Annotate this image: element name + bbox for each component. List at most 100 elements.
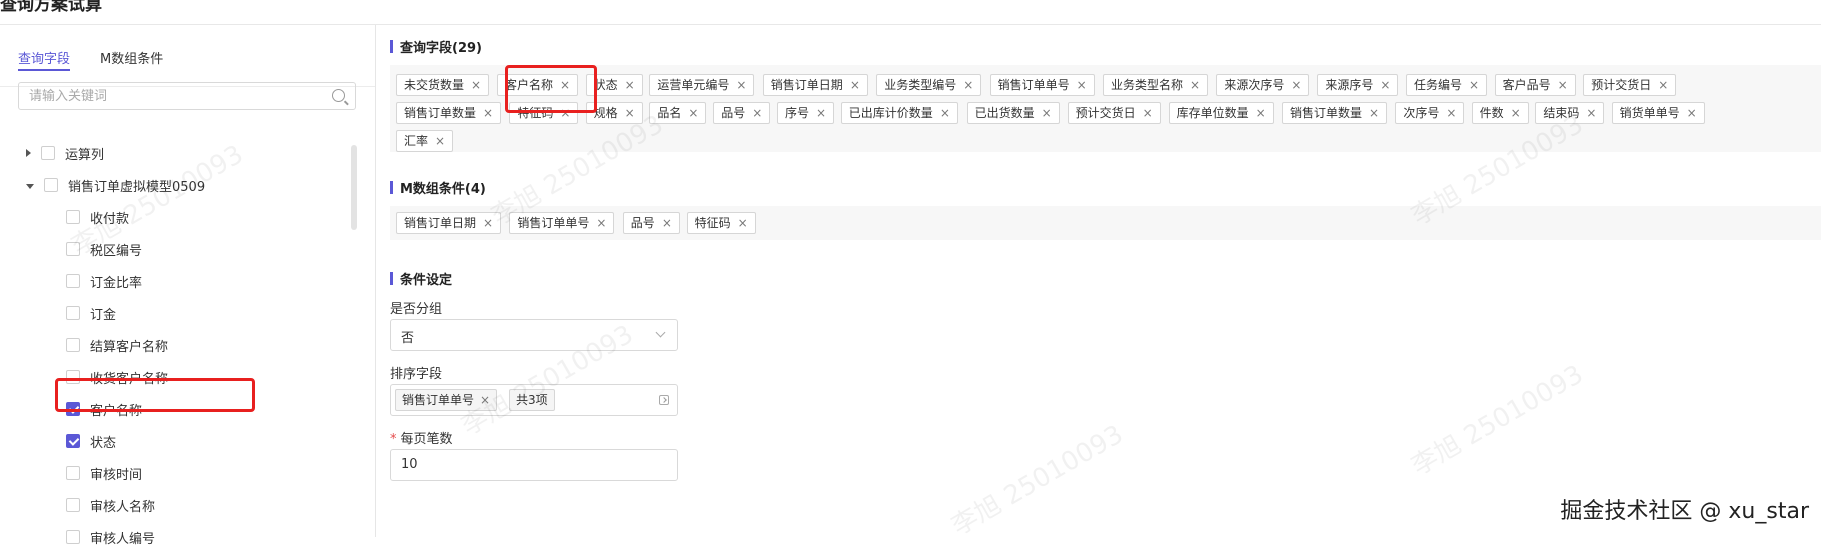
close-icon[interactable]: × — [1558, 78, 1568, 92]
caret-down-icon[interactable] — [26, 183, 34, 189]
tree-checkbox[interactable] — [66, 210, 80, 224]
tab-query-fields[interactable]: 查询字段 — [18, 35, 71, 71]
tab-m-conditions[interactable]: M数组条件 — [100, 35, 163, 71]
tree-item[interactable]: 审核人编号 — [66, 521, 155, 553]
close-icon[interactable]: × — [1256, 106, 1266, 120]
close-icon[interactable]: × — [1658, 78, 1668, 92]
close-icon[interactable]: × — [1291, 78, 1301, 92]
tree-checkbox[interactable] — [41, 146, 55, 160]
group-select[interactable]: 否 — [390, 319, 678, 351]
tree-item-label: 审核人名称 — [90, 499, 156, 515]
query-field-tag-label: 客户名称 — [505, 78, 554, 92]
tree-checkbox[interactable] — [66, 306, 80, 320]
tree-item[interactable]: 订金 — [66, 297, 116, 329]
close-icon[interactable]: × — [816, 106, 826, 120]
close-icon[interactable]: × — [480, 393, 490, 407]
close-icon[interactable]: × — [435, 134, 445, 148]
field-sidebar: 查询字段 M数组条件 运算列销售订单虚拟模型0509 收付款税区编号订金比率订金结… — [0, 25, 376, 547]
close-icon[interactable]: × — [1511, 106, 1521, 120]
close-icon[interactable]: × — [1369, 106, 1379, 120]
close-icon[interactable]: × — [1446, 106, 1456, 120]
query-field-tag-label: 销售订单数量 — [1290, 106, 1363, 120]
page-size-input[interactable] — [391, 450, 671, 478]
query-field-tag-label: 预计交货日 — [1591, 78, 1652, 92]
tree-item-label: 结算客户名称 — [90, 339, 169, 355]
tree-item[interactable]: 结算客户名称 — [66, 329, 168, 361]
close-icon[interactable]: × — [662, 216, 672, 230]
tree-checkbox[interactable] — [66, 466, 80, 480]
sort-field-select[interactable]: 销售订单单号 × 共3项 — [390, 384, 678, 416]
tree-item-label: 客户名称 — [90, 403, 143, 419]
m-condition-tag-label: 品号 — [630, 216, 655, 230]
tree-item[interactable]: 审核时间 — [66, 457, 142, 489]
query-field-tag: 库存单位数量 × — [1168, 102, 1274, 124]
close-icon[interactable]: × — [1190, 78, 1200, 92]
tree-checkbox[interactable] — [66, 370, 80, 384]
query-field-tag-label: 状态 — [593, 78, 618, 92]
query-field-tag: 预计交货日 × — [1067, 102, 1161, 124]
tree-item[interactable]: 客户名称 — [66, 393, 142, 425]
close-icon[interactable]: × — [625, 78, 635, 92]
tree-item[interactable]: 收付款 — [66, 201, 129, 233]
tree-checkbox[interactable] — [66, 242, 80, 256]
close-icon[interactable]: × — [596, 216, 606, 230]
close-icon[interactable]: × — [1469, 78, 1479, 92]
close-icon[interactable]: × — [850, 78, 860, 92]
close-icon[interactable]: × — [1586, 106, 1596, 120]
tree-checkbox[interactable] — [66, 498, 80, 512]
close-icon[interactable]: × — [752, 106, 762, 120]
close-icon[interactable]: × — [483, 216, 493, 230]
close-icon[interactable]: × — [1143, 106, 1153, 120]
search-icon[interactable] — [332, 89, 345, 102]
caret-right-icon[interactable] — [26, 149, 31, 157]
query-field-tag: 销售订单数量 × — [396, 102, 502, 124]
close-icon[interactable]: × — [1077, 78, 1087, 92]
query-fields-title: 查询字段(29) — [390, 37, 482, 56]
close-icon[interactable]: × — [940, 106, 950, 120]
expand-icon[interactable] — [659, 395, 669, 405]
tree-item[interactable]: 税区编号 — [66, 233, 142, 265]
tree-checkbox[interactable] — [66, 530, 80, 544]
query-field-tag: 未交货数量 × — [396, 74, 490, 96]
close-icon[interactable]: × — [1042, 106, 1052, 120]
m-conditions-tag-box: 销售订单日期 × 销售订单单号 × 品号 × 特征码 × — [390, 206, 1821, 240]
query-field-tag: 汇率 × — [396, 130, 454, 152]
query-field-tag-label: 任务编号 — [1414, 78, 1463, 92]
close-icon[interactable]: × — [738, 216, 748, 230]
query-field-tag-label: 已出库计价数量 — [848, 106, 933, 120]
close-icon[interactable]: × — [1687, 106, 1697, 120]
close-icon[interactable]: × — [471, 78, 481, 92]
tree-item-label: 审核人编号 — [90, 531, 156, 547]
close-icon[interactable]: × — [688, 106, 698, 120]
tree-checkbox[interactable] — [66, 274, 80, 288]
close-icon[interactable]: × — [1380, 78, 1390, 92]
tree-item[interactable]: 状态 — [66, 425, 116, 457]
close-icon[interactable]: × — [963, 78, 973, 92]
tree-item[interactable]: 运算列 — [26, 137, 104, 169]
credit-text: 掘金技术社区 @ xu_star — [1560, 499, 1809, 524]
query-field-tag-label: 业务类型编号 — [884, 78, 957, 92]
m-condition-tag: 销售订单日期 × — [396, 212, 502, 234]
close-icon[interactable]: × — [625, 106, 635, 120]
tree-item[interactable]: 订金比率 — [66, 265, 142, 297]
m-condition-tag: 销售订单单号 × — [509, 212, 615, 234]
tree-checkbox[interactable] — [66, 402, 80, 416]
tree-checkbox[interactable] — [66, 338, 80, 352]
close-icon[interactable]: × — [560, 106, 570, 120]
close-icon[interactable]: × — [736, 78, 746, 92]
tree-item[interactable]: 销售订单虚拟模型0509 — [26, 169, 205, 201]
query-field-tag: 规格 × — [585, 102, 643, 124]
close-icon[interactable]: × — [483, 106, 493, 120]
close-icon[interactable]: × — [560, 78, 570, 92]
tree-scrollbar[interactable] — [351, 145, 357, 230]
tree-item[interactable]: 收货客户名称 — [66, 361, 168, 393]
query-field-tag: 件数 × — [1471, 102, 1529, 124]
query-field-tag-label: 销售订单日期 — [770, 78, 843, 92]
tree-item[interactable]: 审核人名称 — [66, 489, 155, 521]
tree-checkbox[interactable] — [44, 178, 58, 192]
tree-checkbox[interactable] — [66, 434, 80, 448]
query-field-tag: 状态 × — [585, 74, 643, 96]
search-input[interactable] — [19, 83, 339, 109]
query-field-tag: 业务类型编号 × — [876, 74, 982, 96]
m-condition-tag: 品号 × — [622, 212, 680, 234]
